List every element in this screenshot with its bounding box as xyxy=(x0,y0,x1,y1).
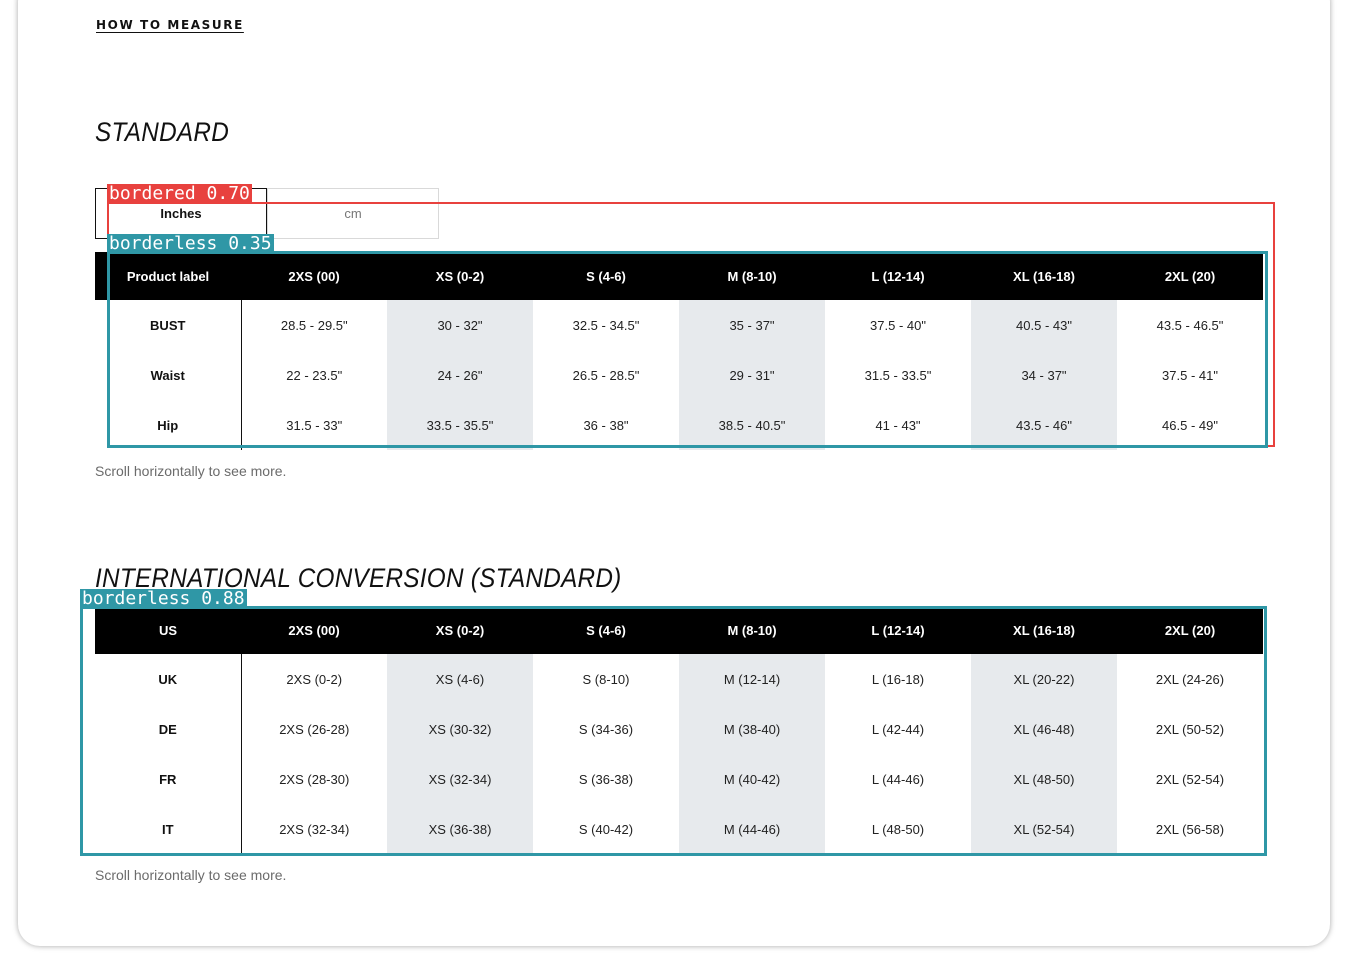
scroll-hint: Scroll horizontally to see more. xyxy=(95,867,287,883)
detection-box-borderless xyxy=(80,606,1267,856)
standard-title: STANDARD xyxy=(95,117,230,147)
detection-label: bordered 0.70 xyxy=(107,183,252,204)
detection-label: borderless 0.35 xyxy=(107,233,274,254)
detection-box-borderless xyxy=(107,251,1268,448)
how-to-measure-link[interactable]: HOW TO MEASURE xyxy=(96,18,244,32)
detection-label: borderless 0.88 xyxy=(80,588,247,609)
scroll-hint: Scroll horizontally to see more. xyxy=(95,463,287,479)
